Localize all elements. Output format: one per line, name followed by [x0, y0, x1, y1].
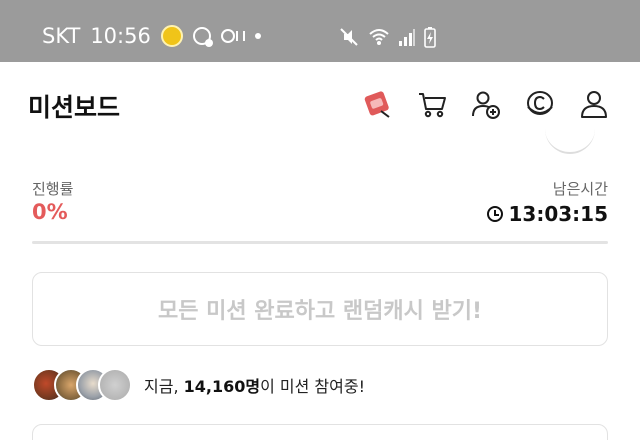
participants-prefix: 지금,	[144, 377, 184, 396]
ticket-icon	[364, 91, 390, 118]
participants-row: 지금, 14,160명이 미션 참여중!	[32, 368, 365, 402]
profile-icon	[581, 91, 607, 118]
status-bar: SKT 10:56	[0, 0, 640, 62]
remaining-time-label: 남은시간	[552, 180, 608, 198]
ticket-button[interactable]	[358, 84, 398, 124]
complete-all-missions-button[interactable]: 모든 미션 완료하고 랜덤캐시 받기!	[32, 272, 608, 346]
participants-text: 지금, 14,160명이 미션 참여중!	[144, 373, 365, 397]
progress-label: 진행률	[32, 180, 74, 198]
cart-icon	[419, 93, 446, 118]
progress-value: 0%	[32, 200, 68, 224]
carrier-label: SKT	[42, 24, 81, 48]
coin-icon	[527, 91, 553, 115]
add-friend-button[interactable]	[466, 84, 506, 124]
battery-charging-icon	[424, 27, 436, 48]
clock-time: 10:56	[90, 24, 151, 48]
progress-bar	[32, 241, 608, 244]
wifi-icon	[369, 29, 389, 45]
dot-icon	[254, 33, 261, 39]
mission-card[interactable]	[32, 424, 608, 440]
signal-icon	[399, 29, 415, 46]
status-right	[338, 26, 436, 48]
remaining-time: 13:03:15	[486, 202, 609, 226]
cart-button[interactable]	[412, 84, 452, 124]
clock-icon	[486, 206, 503, 222]
avatar	[98, 368, 132, 402]
oc-icon	[220, 29, 245, 43]
status-left: SKT 10:56	[42, 24, 261, 48]
page-title: 미션보드	[28, 93, 121, 122]
mute-icon	[340, 28, 358, 46]
participants-suffix: 이 미션 참여중!	[260, 377, 365, 396]
add-friend-icon	[472, 91, 500, 119]
data-saver-icon	[192, 27, 213, 47]
sun-weather-icon	[160, 25, 183, 47]
remaining-time-value: 13:03:15	[508, 202, 609, 226]
app-header: 미션보드	[0, 62, 640, 150]
participants-count: 14,160명	[183, 377, 261, 396]
